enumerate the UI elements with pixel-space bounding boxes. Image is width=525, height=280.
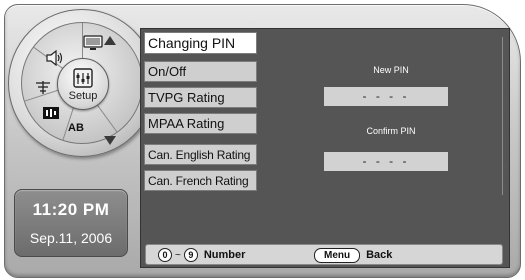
key-range-separator: ~ <box>175 249 181 261</box>
new-pin-label: New PIN <box>373 65 409 75</box>
channel-antenna-icon[interactable] <box>32 78 54 96</box>
menu-item-can-french-rating[interactable]: Can. French Rating <box>144 170 257 191</box>
clock-panel: 11:20 PM Sep.11, 2006 <box>14 189 128 257</box>
ab-label: AB <box>68 122 84 134</box>
key-9-icon: 9 <box>183 248 198 262</box>
ab-icon[interactable]: AB <box>62 119 90 137</box>
confirm-pin-label: Confirm PIN <box>366 126 416 136</box>
clock-date: Sep.11, 2006 <box>29 230 113 246</box>
input-icon[interactable] <box>40 104 62 122</box>
setup-icon <box>73 67 93 88</box>
dial-ring: AB Setup <box>21 22 143 144</box>
key-0-icon: 0 <box>158 248 172 262</box>
menu-item-can-english-rating[interactable]: Can. English Rating <box>144 144 257 165</box>
clock-time: 11:20 PM <box>32 200 110 219</box>
confirm-pin-field[interactable]: - - - - <box>324 152 448 171</box>
setup-button[interactable]: Setup <box>57 58 109 110</box>
help-bar: 0 ~ 9 Number Menu Back <box>145 244 503 265</box>
setup-label: Setup <box>68 89 98 102</box>
back-hint: Menu Back <box>314 246 392 264</box>
new-pin-field[interactable]: - - - - <box>324 87 448 106</box>
back-hint-label: Back <box>366 249 393 261</box>
menu-item-mpaa-rating[interactable]: MPAA Rating <box>144 113 257 134</box>
number-hint-label: Number <box>203 249 246 261</box>
screen-divider <box>502 37 503 195</box>
main-screen: Changing PIN On/Off TVPG Rating MPAA Rat… <box>140 28 510 268</box>
picture-icon[interactable] <box>82 34 104 52</box>
menu-item-tvpg-rating[interactable]: TVPG Rating <box>144 87 257 108</box>
number-hint: 0 ~ 9 Number <box>158 246 245 264</box>
chevron-up-icon[interactable] <box>104 36 116 45</box>
sound-icon[interactable] <box>44 49 66 67</box>
menu-item-on-off[interactable]: On/Off <box>144 61 257 82</box>
menu-dial: AB Setup <box>8 9 156 157</box>
menu-key-icon: Menu <box>314 247 361 263</box>
chevron-down-icon[interactable] <box>104 136 116 145</box>
menu-title: Changing PIN <box>144 32 257 54</box>
